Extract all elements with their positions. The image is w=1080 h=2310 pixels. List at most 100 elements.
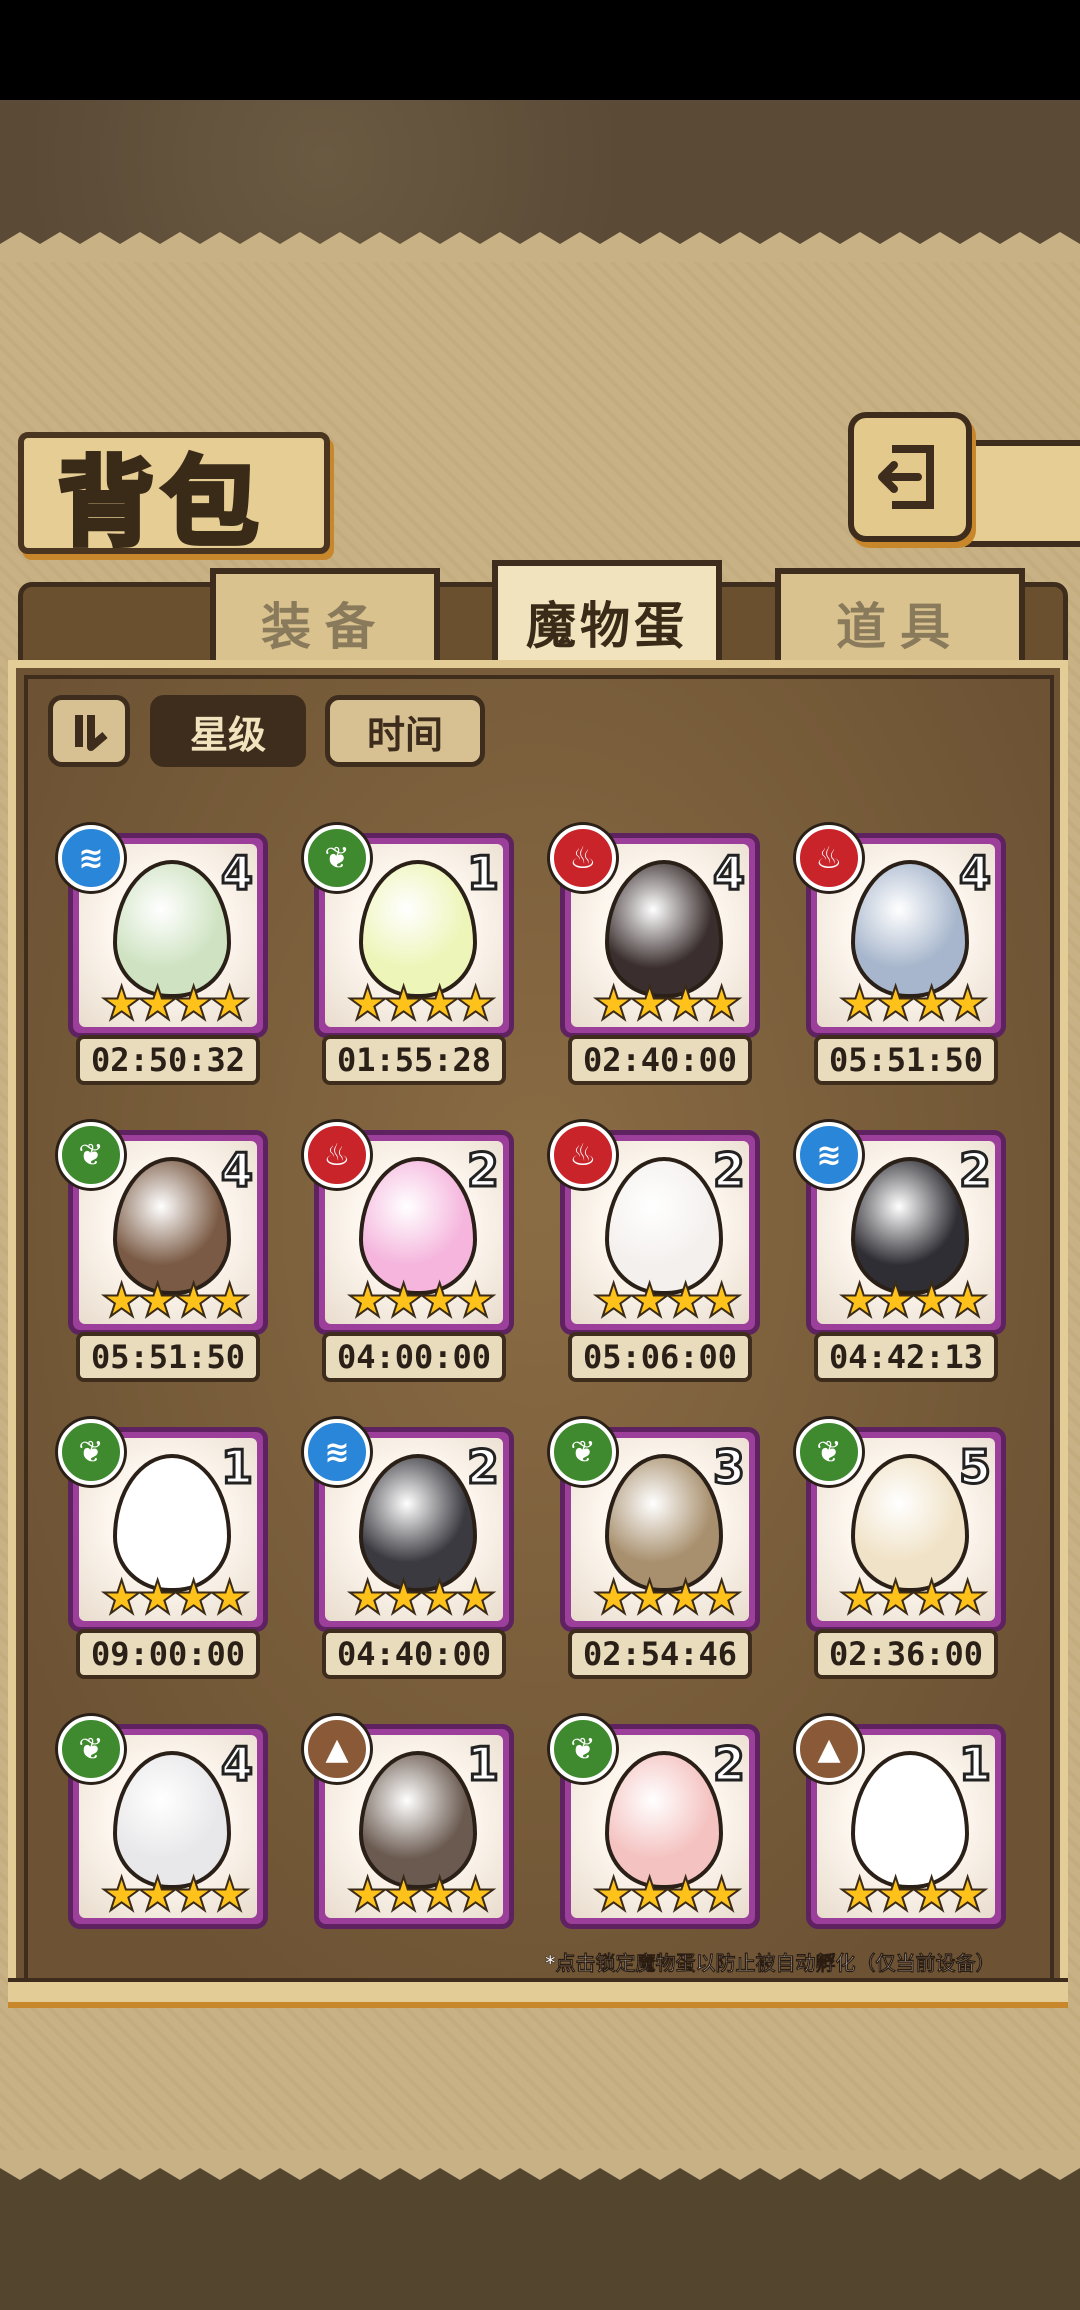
- star-icon: ★: [208, 976, 251, 1030]
- star-icon: ★: [172, 976, 215, 1030]
- star-rating: ★ ★ ★ ★: [346, 976, 497, 1033]
- egg-count: 4: [219, 845, 254, 902]
- egg-count: 2: [465, 1439, 500, 1496]
- egg-item[interactable]: 4 ★ ★ ★ ★ ❦: [58, 1716, 268, 1994]
- star-icon: ★: [382, 1273, 425, 1327]
- torn-edge-top: [0, 232, 1080, 262]
- egg-count: 1: [465, 1736, 500, 1793]
- star-icon: ★: [700, 1570, 743, 1624]
- hatch-timer: 01:55:28: [322, 1035, 506, 1085]
- sort-by-star-button[interactable]: 星级: [150, 695, 306, 767]
- star-icon: ★: [874, 976, 917, 1030]
- flame-icon: ♨: [550, 1122, 616, 1188]
- flame-icon: ♨: [550, 825, 616, 891]
- egg-count: 2: [957, 1142, 992, 1199]
- hatch-timer: 02:36:00: [814, 1629, 998, 1679]
- star-icon: ★: [664, 1273, 707, 1327]
- star-icon: ★: [946, 1570, 989, 1624]
- star-icon: ★: [874, 1273, 917, 1327]
- hatch-timer: 02:50:32: [76, 1035, 260, 1085]
- auto-hatch-footnote: *点击锁定魔物蛋以防止被自动孵化（仅当前设备）: [545, 1951, 996, 1976]
- star-icon: ★: [592, 1570, 635, 1624]
- star-icon: ★: [874, 1570, 917, 1624]
- star-rating: ★ ★ ★ ★: [100, 1273, 251, 1330]
- star-icon: ★: [700, 976, 743, 1030]
- leaf-icon: ❦: [550, 1716, 616, 1782]
- star-icon: ★: [910, 1570, 953, 1624]
- tab-items[interactable]: 道具: [775, 568, 1025, 672]
- star-icon: ★: [382, 1570, 425, 1624]
- star-rating: ★ ★ ★ ★: [838, 976, 989, 1033]
- tab-equipment[interactable]: 装备: [210, 568, 440, 672]
- star-icon: ★: [454, 1273, 497, 1327]
- egg-item[interactable]: 1 ★ ★ ★ ★ ❦ 09:00:00: [58, 1419, 268, 1697]
- hatch-timer: 05:51:50: [76, 1332, 260, 1382]
- egg-item[interactable]: 5 ★ ★ ★ ★ ❦ 02:36:00: [796, 1419, 1006, 1697]
- egg-item[interactable]: 2 ★ ★ ★ ★ ♨ 05:06:00: [550, 1122, 760, 1400]
- star-icon: ★: [592, 1867, 635, 1921]
- leaf-icon: ❦: [58, 1122, 124, 1188]
- star-icon: ★: [100, 1570, 143, 1624]
- hatch-timer: 04:40:00: [322, 1629, 506, 1679]
- hatch-timer: 05:51:50: [814, 1035, 998, 1085]
- egg-count: 1: [465, 845, 500, 902]
- star-icon: ★: [100, 1273, 143, 1327]
- flame-icon: ♨: [304, 1122, 370, 1188]
- star-icon: ★: [208, 1867, 251, 1921]
- sort-by-time-button[interactable]: 时间: [325, 695, 485, 767]
- water-waves-icon: ≋: [304, 1419, 370, 1485]
- sort-order-icon: [75, 715, 108, 751]
- egg-item[interactable]: 2 ★ ★ ★ ★ ≋ 04:40:00: [304, 1419, 514, 1697]
- egg-count: 2: [711, 1736, 746, 1793]
- star-icon: ★: [700, 1273, 743, 1327]
- egg-count: 1: [957, 1736, 992, 1793]
- star-icon: ★: [136, 1867, 179, 1921]
- leaf-icon: ❦: [550, 1419, 616, 1485]
- sort-order-button[interactable]: [48, 695, 130, 767]
- egg-item[interactable]: 1 ★ ★ ★ ★ ▲: [304, 1716, 514, 1994]
- star-icon: ★: [346, 976, 389, 1030]
- egg-item[interactable]: 4 ★ ★ ★ ★ ≋ 02:50:32: [58, 825, 268, 1103]
- back-arrow-icon: [878, 445, 934, 509]
- star-icon: ★: [946, 1273, 989, 1327]
- star-icon: ★: [418, 976, 461, 1030]
- star-icon: ★: [700, 1867, 743, 1921]
- star-icon: ★: [838, 1273, 881, 1327]
- egg-item[interactable]: 2 ★ ★ ★ ★ ≋ 04:42:13: [796, 1122, 1006, 1400]
- star-icon: ★: [418, 1867, 461, 1921]
- star-icon: ★: [136, 976, 179, 1030]
- star-icon: ★: [136, 1570, 179, 1624]
- star-icon: ★: [100, 976, 143, 1030]
- tab-label: 装备: [261, 597, 389, 656]
- egg-count: 4: [957, 845, 992, 902]
- egg-item[interactable]: 1 ★ ★ ★ ★ ❦ 01:55:28: [304, 825, 514, 1103]
- star-rating: ★ ★ ★ ★: [592, 1570, 743, 1627]
- star-icon: ★: [592, 1273, 635, 1327]
- header-rail: [965, 440, 1080, 547]
- egg-count: 1: [219, 1439, 254, 1496]
- map-background-top: [0, 100, 1080, 245]
- star-rating: ★ ★ ★ ★: [838, 1273, 989, 1330]
- hatch-timer: 09:00:00: [76, 1629, 260, 1679]
- back-button[interactable]: [848, 412, 972, 542]
- egg-count: 4: [219, 1142, 254, 1199]
- star-icon: ★: [346, 1273, 389, 1327]
- egg-count: 4: [219, 1736, 254, 1793]
- hatch-timer: 04:00:00: [322, 1332, 506, 1382]
- hatch-timer: 02:40:00: [568, 1035, 752, 1085]
- egg-item[interactable]: 4 ★ ★ ★ ★ ❦ 05:51:50: [58, 1122, 268, 1400]
- mountain-icon: ▲: [304, 1716, 370, 1782]
- star-rating: ★ ★ ★ ★: [592, 976, 743, 1033]
- torn-edge-bottom: [0, 2150, 1080, 2180]
- page-title: 背包: [56, 444, 266, 562]
- star-icon: ★: [946, 976, 989, 1030]
- egg-item[interactable]: 2 ★ ★ ★ ★ ♨ 04:00:00: [304, 1122, 514, 1400]
- hatch-timer: 02:54:46: [568, 1629, 752, 1679]
- star-icon: ★: [172, 1570, 215, 1624]
- tab-label: 道具: [836, 597, 964, 656]
- hatch-timer: 05:06:00: [568, 1332, 752, 1382]
- water-waves-icon: ≋: [58, 825, 124, 891]
- egg-item[interactable]: 4 ★ ★ ★ ★ ♨ 02:40:00: [550, 825, 760, 1103]
- egg-item[interactable]: 3 ★ ★ ★ ★ ❦ 02:54:46: [550, 1419, 760, 1697]
- egg-item[interactable]: 4 ★ ★ ★ ★ ♨ 05:51:50: [796, 825, 1006, 1103]
